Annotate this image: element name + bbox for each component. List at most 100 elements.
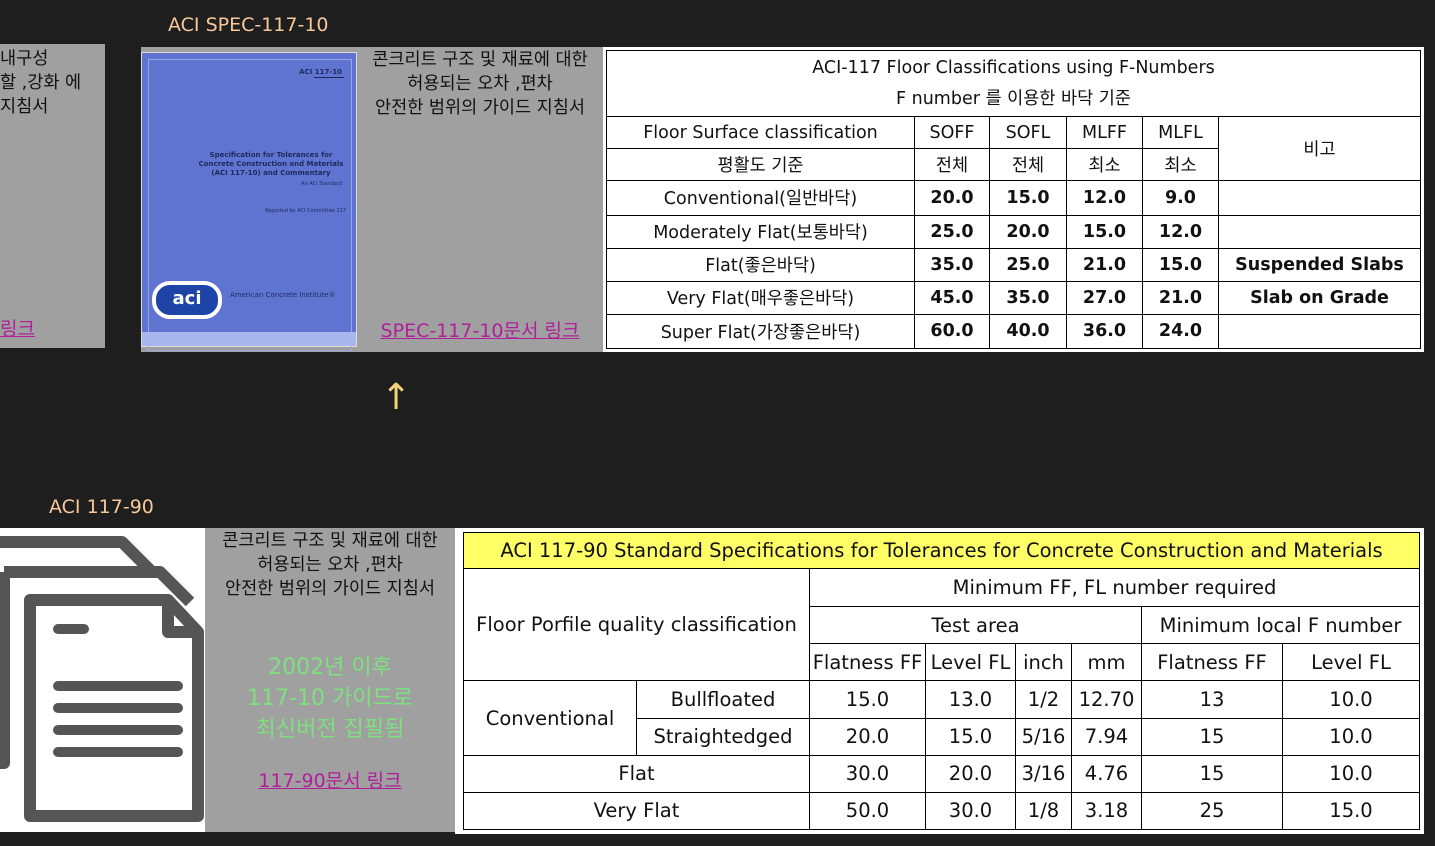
aci-117-90-tolerance-table: ACI 117-90 Standard Specifications for T… bbox=[463, 531, 1420, 831]
t1-cell: 15.0 bbox=[1142, 247, 1219, 282]
t2-cell: 13 bbox=[1141, 680, 1283, 719]
t1-h-classification: Floor Surface classification bbox=[606, 116, 915, 150]
t2-row-name: Flat bbox=[463, 754, 810, 793]
t2-cell: 50.0 bbox=[809, 791, 926, 831]
t2-cell: 20.0 bbox=[925, 754, 1016, 793]
t1-cell: 40.0 bbox=[989, 313, 1067, 350]
t2-sub-header: Level FL bbox=[925, 643, 1016, 682]
t2-min-local: Minimum local F number bbox=[1141, 606, 1420, 645]
t1-h-note: 비고 bbox=[1218, 116, 1421, 182]
t1-cell: 12.0 bbox=[1066, 180, 1143, 216]
spec-117-10-link[interactable]: SPEC-117-10문서 링크 bbox=[355, 316, 605, 343]
t2-cell: 10.0 bbox=[1282, 680, 1420, 719]
t2-cell: 30.0 bbox=[925, 791, 1016, 831]
desc-line-2: 허용되는 오차 ,편차 bbox=[407, 74, 553, 94]
table-row: Flat(좋은바닥) 35.0 25.0 21.0 15.0 Suspended… bbox=[606, 247, 1421, 282]
t2-sub-header: Flatness FF bbox=[809, 643, 926, 682]
t2-min-header: Minimum FF, FL number required bbox=[809, 568, 1420, 608]
document-icon-area bbox=[0, 528, 205, 832]
t1-h-sofl: SOFL bbox=[989, 116, 1067, 150]
t2-row-name: Straightedged bbox=[636, 717, 810, 756]
cover-institute: American Concrete Institute® bbox=[230, 291, 336, 299]
spec-cover-image[interactable]: ACI 117-10 Specification for Tolerances … bbox=[141, 52, 357, 351]
table-row: Super Flat(가장좋은바닥) 60.0 40.0 36.0 24.0 bbox=[606, 313, 1421, 350]
t2-class-header: Floor Porfile quality classification bbox=[463, 568, 810, 682]
aci-117-90-table-wrapper: ACI 117-90 Standard Specifications for T… bbox=[455, 528, 1424, 834]
t1-cell bbox=[1218, 180, 1421, 216]
f-number-classification-table: ACI-117 Floor Classifications using F-Nu… bbox=[606, 49, 1421, 350]
desc-line-1: 콘크리트 구조 및 재료에 대한 bbox=[372, 50, 588, 70]
t1-h-mlff: MLFF bbox=[1066, 116, 1143, 150]
t2-cell: 15.0 bbox=[1282, 791, 1420, 831]
t2-cell: 1/8 bbox=[1015, 791, 1072, 831]
t1-cell: 25.0 bbox=[914, 214, 990, 249]
cover-title-3: (ACI 117-10) and Commentary bbox=[211, 169, 331, 177]
t2-cell: 10.0 bbox=[1282, 754, 1420, 793]
t1-row-name: Moderately Flat(보통바닥) bbox=[606, 214, 915, 249]
t1-h2-mlff: 최소 bbox=[1066, 148, 1143, 182]
t1-h2-sofl: 전체 bbox=[989, 148, 1067, 182]
t2-row-name: Bullfloated bbox=[636, 680, 810, 719]
revision-note: 2002년 이후 117-10 가이드로 최신버전 집필됨 bbox=[205, 652, 455, 745]
cover-subtitle: An ACI Standard bbox=[301, 181, 342, 187]
t2-cell: 25 bbox=[1141, 791, 1283, 831]
t2-cell: 15.0 bbox=[809, 680, 926, 719]
t1-title-cell: ACI-117 Floor Classifications using F-Nu… bbox=[606, 49, 1421, 118]
cover-reported: Reported by ACI Committee 117 bbox=[265, 208, 346, 214]
t1-row-name: Conventional(일반바닥) bbox=[606, 180, 915, 216]
t2-cell: 5/16 bbox=[1015, 717, 1072, 756]
aci-117-90-link[interactable]: 117-90문서 링크 bbox=[205, 766, 455, 793]
t1-cell: 35.0 bbox=[914, 247, 990, 282]
t1-cell: 21.0 bbox=[1066, 247, 1143, 282]
left-partial-text-1: 내구성 bbox=[0, 49, 49, 69]
t1-cell: 20.0 bbox=[989, 214, 1067, 249]
t1-cell bbox=[1218, 313, 1421, 350]
t2-cell: 15 bbox=[1141, 754, 1283, 793]
t2-cell: 13.0 bbox=[925, 680, 1016, 719]
t1-title-1: ACI-117 Floor Classifications using F-Nu… bbox=[812, 57, 1215, 78]
aci-logo: aci bbox=[152, 281, 222, 319]
t1-cell: Slab on Grade bbox=[1218, 280, 1421, 315]
t1-cell: 24.0 bbox=[1142, 313, 1219, 350]
t1-h-soff: SOFF bbox=[914, 116, 990, 150]
t1-h-mlfl: MLFL bbox=[1142, 116, 1219, 150]
t2-cell: 15 bbox=[1141, 717, 1283, 756]
t1-cell: 36.0 bbox=[1066, 313, 1143, 350]
cover-code: ACI 117-10 bbox=[299, 68, 342, 76]
table-row: Conventional Bullfloated 15.0 13.0 1/2 1… bbox=[463, 680, 1420, 756]
t2-cell: 30.0 bbox=[809, 754, 926, 793]
t1-cell: 15.0 bbox=[989, 180, 1067, 216]
t1-cell: 21.0 bbox=[1142, 280, 1219, 315]
t2-cell: 20.0 bbox=[809, 717, 926, 756]
left-partial-text-2: 할 ,강화 에 bbox=[0, 73, 82, 93]
t1-cell: 12.0 bbox=[1142, 214, 1219, 249]
t1-row-name: Super Flat(가장좋은바닥) bbox=[606, 313, 915, 350]
bottom-section-label: ACI 117-90 bbox=[49, 496, 154, 518]
cover-title-2: Concrete Construction and Materials bbox=[198, 160, 344, 168]
t1-cell: 60.0 bbox=[914, 313, 990, 350]
t1-h2-mlfl: 최소 bbox=[1142, 148, 1219, 182]
f-number-table-wrapper: ACI-117 Floor Classifications using F-Nu… bbox=[603, 47, 1424, 352]
left-partial-link[interactable]: 링크 bbox=[0, 314, 35, 341]
desc-line-3: 안전한 범위의 가이드 지침서 bbox=[225, 579, 435, 599]
t1-cell: 25.0 bbox=[989, 247, 1067, 282]
note-line-1: 2002년 이후 bbox=[268, 655, 392, 680]
table-row: Conventional(일반바닥) 20.0 15.0 12.0 9.0 bbox=[606, 180, 1421, 216]
t1-row-name: Very Flat(매우좋은바닥) bbox=[606, 280, 915, 315]
desc-line-3: 안전한 범위의 가이드 지침서 bbox=[375, 98, 585, 118]
table-row: Very Flat(매우좋은바닥) 45.0 35.0 27.0 21.0 Sl… bbox=[606, 280, 1421, 315]
top-section-label: ACI SPEC-117-10 bbox=[168, 14, 329, 36]
note-line-2: 117-10 가이드로 bbox=[247, 686, 413, 711]
t2-cell: 4.76 bbox=[1071, 754, 1142, 793]
t2-cell: 12.70 bbox=[1071, 680, 1142, 719]
t1-row-name: Flat(좋은바닥) bbox=[606, 247, 915, 282]
t2-sub-header: mm bbox=[1071, 643, 1142, 682]
t1-h2-soff: 전체 bbox=[914, 148, 990, 182]
t2-cell: 15.0 bbox=[925, 717, 1016, 756]
t2-row-name: Very Flat bbox=[463, 791, 810, 831]
t1-cell: Suspended Slabs bbox=[1218, 247, 1421, 282]
t2-cell: 3.18 bbox=[1071, 791, 1142, 831]
t1-cell bbox=[1218, 214, 1421, 249]
t2-sub-header: Flatness FF bbox=[1141, 643, 1283, 682]
t2-cell: 7.94 bbox=[1071, 717, 1142, 756]
